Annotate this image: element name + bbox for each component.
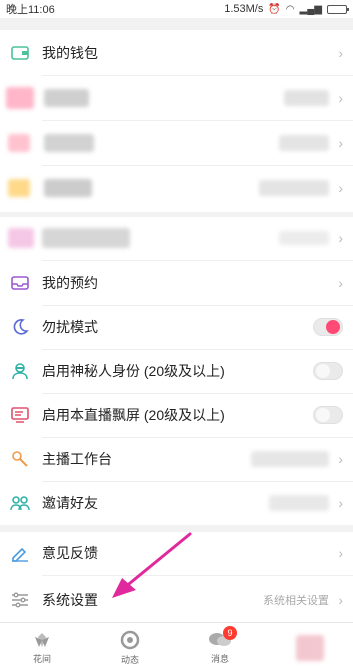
feedback-icon bbox=[10, 543, 30, 563]
blurred-label bbox=[42, 228, 130, 248]
pointer-arrow bbox=[112, 532, 192, 598]
status-right: 1.53M/s ⏰ ◠ ▂▄▆ bbox=[224, 3, 349, 15]
alarm-icon: ⏰ bbox=[268, 3, 281, 15]
chevron-right-icon: › bbox=[338, 45, 343, 61]
settings-label: 系统设置 bbox=[42, 592, 98, 608]
status-bar: 晚上11:06 1.53M/s ⏰ ◠ ▂▄▆ bbox=[0, 0, 353, 18]
dnd-toggle[interactable] bbox=[313, 318, 343, 336]
studio-icon bbox=[10, 449, 30, 469]
wallet-icon bbox=[10, 43, 30, 63]
float-screen-toggle[interactable] bbox=[313, 406, 343, 424]
row-blurred-2[interactable]: › bbox=[0, 121, 353, 165]
toggle-knob bbox=[316, 408, 330, 422]
reservation-label: 我的预约 bbox=[42, 275, 98, 291]
flower-icon bbox=[35, 632, 49, 647]
row-blurred-1[interactable]: › bbox=[0, 76, 353, 120]
signal-icon: ▂▄▆ bbox=[299, 3, 322, 15]
blurred-label bbox=[44, 179, 92, 197]
chevron-right-icon: › bbox=[338, 230, 343, 246]
toggle-knob bbox=[326, 320, 340, 334]
mystery-person-icon bbox=[10, 361, 30, 381]
blurred-icon bbox=[8, 134, 30, 152]
dynamic-icon bbox=[120, 630, 140, 649]
mystery-label: 启用神秘人身份 (20级及以上) bbox=[42, 363, 225, 379]
tab-dongtai-label: 动态 bbox=[120, 654, 139, 665]
chevron-right-icon: › bbox=[338, 90, 343, 106]
row-wallet[interactable]: 我的钱包 › bbox=[0, 31, 353, 75]
float-screen-label: 启用本直播飘屏 (20级及以上) bbox=[42, 407, 225, 423]
wallet-label: 我的钱包 bbox=[42, 45, 98, 61]
blurred-value bbox=[279, 135, 329, 151]
row-reservation[interactable]: 我的预约 › bbox=[0, 261, 353, 305]
blurred-icon bbox=[8, 228, 34, 248]
feedback-label: 意见反馈 bbox=[42, 545, 98, 561]
settings-value: 系统相关设置 bbox=[263, 595, 329, 607]
invite-label: 邀请好友 bbox=[42, 495, 98, 511]
moon-icon bbox=[10, 317, 30, 337]
message-badge: 9 bbox=[223, 626, 237, 640]
blurred-value bbox=[251, 451, 329, 467]
chevron-right-icon: › bbox=[338, 545, 343, 561]
network-speed: 1.53M/s bbox=[224, 3, 264, 15]
blurred-value bbox=[259, 180, 329, 196]
blurred-icon bbox=[8, 179, 30, 197]
chevron-right-icon: › bbox=[338, 592, 343, 608]
blurred-value bbox=[279, 231, 329, 245]
toggle-knob bbox=[316, 364, 330, 378]
settings-sliders-icon bbox=[10, 590, 30, 610]
row-blurred-4[interactable]: › bbox=[0, 216, 353, 260]
mystery-toggle[interactable] bbox=[313, 362, 343, 380]
blurred-label bbox=[44, 134, 94, 152]
chevron-right-icon: › bbox=[338, 495, 343, 511]
bottom-tab-bar: 花间 动态 9 消息 bbox=[0, 622, 353, 671]
blurred-icon bbox=[6, 87, 34, 109]
reservation-icon bbox=[10, 273, 30, 293]
tab-huajian[interactable]: 花间 bbox=[12, 623, 72, 671]
dnd-label: 勿扰模式 bbox=[42, 319, 98, 335]
tab-xiaoxi[interactable]: 9 消息 bbox=[190, 623, 250, 671]
screen-icon bbox=[10, 405, 30, 425]
blurred-value bbox=[284, 90, 329, 106]
battery-icon bbox=[327, 4, 349, 14]
chevron-right-icon: › bbox=[338, 451, 343, 467]
row-mystery: 启用神秘人身份 (20级及以上) bbox=[0, 349, 353, 393]
row-invite[interactable]: 邀请好友 › bbox=[0, 481, 353, 525]
chevron-right-icon: › bbox=[338, 135, 343, 151]
tab-huajian-label: 花间 bbox=[32, 653, 51, 664]
blurred-avatar bbox=[296, 634, 324, 661]
row-blurred-3[interactable]: › bbox=[0, 166, 353, 210]
invite-friends-icon bbox=[10, 493, 30, 513]
status-time: 晚上11:06 bbox=[6, 4, 55, 16]
blurred-value bbox=[269, 495, 329, 511]
row-float-screen: 启用本直播飘屏 (20级及以上) bbox=[0, 393, 353, 437]
chevron-right-icon: › bbox=[338, 275, 343, 291]
studio-label: 主播工作台 bbox=[42, 451, 112, 467]
chevron-right-icon: › bbox=[338, 180, 343, 196]
row-studio[interactable]: 主播工作台 › bbox=[0, 437, 353, 481]
tab-me[interactable] bbox=[280, 623, 340, 671]
tab-xiaoxi-label: 消息 bbox=[210, 653, 229, 664]
row-dnd: 勿扰模式 bbox=[0, 305, 353, 349]
wifi-icon: ◠ bbox=[285, 3, 295, 15]
tab-dongtai[interactable]: 动态 bbox=[100, 623, 160, 671]
blurred-label bbox=[44, 89, 89, 107]
